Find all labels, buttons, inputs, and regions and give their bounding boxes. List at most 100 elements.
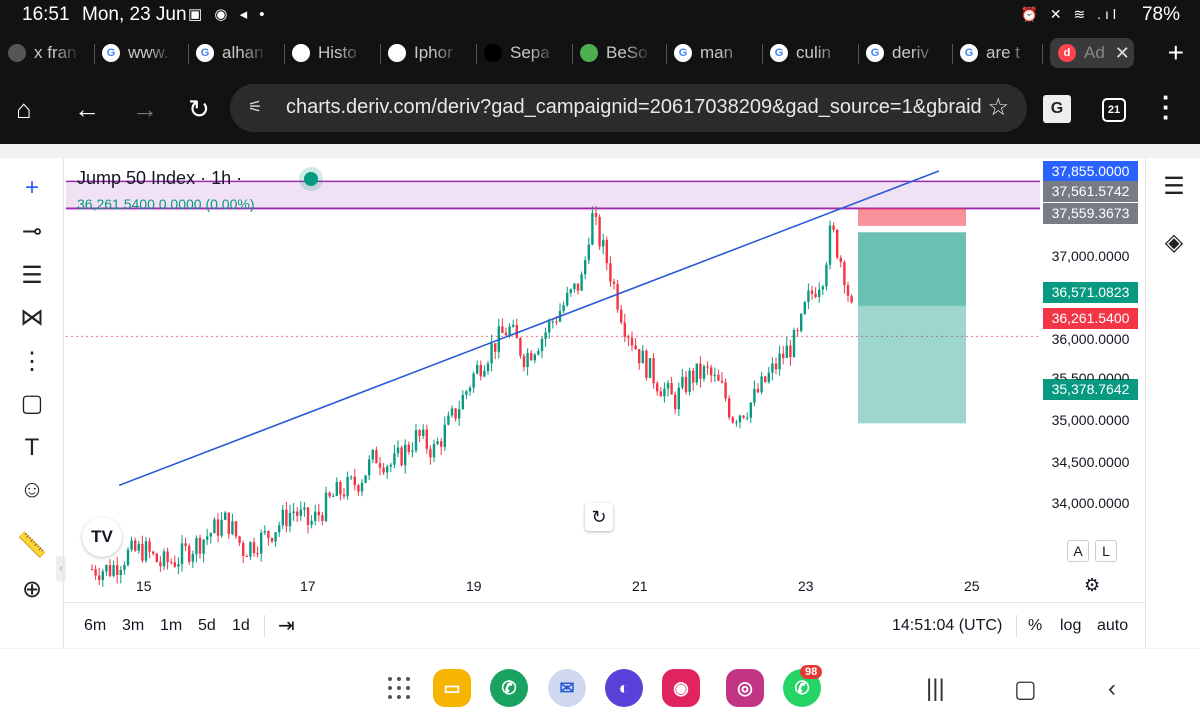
camera-app-icon[interactable]: ◉	[662, 669, 700, 707]
more-menu-icon[interactable]: · · ·	[1162, 84, 1171, 130]
google-icon: G	[102, 44, 120, 62]
back-button[interactable]: ‹	[1108, 675, 1116, 703]
browser-tab[interactable]: Iphor	[388, 38, 460, 68]
back-icon[interactable]: ←	[74, 94, 100, 125]
candle-body	[314, 511, 317, 521]
site-settings-icon[interactable]: ⚟	[248, 97, 262, 117]
forward-icon[interactable]: →	[132, 94, 158, 125]
price-tick: 37,000.0000	[1051, 248, 1130, 264]
deriv-icon: d	[1058, 44, 1076, 62]
candle-body	[98, 575, 101, 580]
symbol-title[interactable]: Jump 50 Index · 1h ·	[77, 168, 242, 189]
browser-tab[interactable]: Sepa	[484, 38, 556, 68]
range-5d-button[interactable]: 5d	[198, 617, 216, 635]
tradingview-logo-icon[interactable]: TV	[82, 517, 122, 557]
log-scale-button[interactable]: L	[1095, 540, 1117, 562]
range-1d-button[interactable]: 1d	[232, 617, 250, 635]
log-scale-toggle[interactable]: log	[1060, 617, 1081, 635]
candle-body	[483, 371, 486, 377]
candle-body	[821, 286, 824, 290]
tab-switcher-button[interactable]: 21	[1102, 98, 1126, 122]
candle-body	[213, 519, 216, 534]
chart-settings-icon[interactable]: ⚙	[1084, 575, 1100, 596]
auto-scale-toggle[interactable]: auto	[1097, 617, 1128, 635]
address-bar[interactable]: ⚟ charts.deriv.com/deriv?gad_campaignid=…	[230, 84, 1027, 132]
price-level-label[interactable]: 35,378.7642	[1043, 379, 1138, 400]
app-drawer-icon[interactable]	[388, 677, 410, 699]
candle-body	[778, 353, 781, 370]
close-tab-icon[interactable]: ✕	[1115, 43, 1130, 64]
price-level-label[interactable]: 37,561.5742	[1043, 181, 1138, 202]
price-chart[interactable]	[0, 144, 1200, 648]
browser-tab[interactable]: x fran	[8, 38, 80, 68]
candle-body	[749, 402, 752, 418]
browser-tab[interactable]: Gwww.	[102, 38, 174, 68]
android-nav-bar: ▭ ✆ ✉ ◐ ◉ ◎ ✆ 98 ||| ▢ ‹	[0, 648, 1200, 716]
phone-app-icon[interactable]: ✆	[490, 669, 528, 707]
candle-body	[602, 239, 605, 247]
price-level-label[interactable]: 36,571.0823	[1043, 282, 1138, 303]
price-level-label[interactable]: 37,855.0000	[1043, 161, 1138, 182]
instagram-app-icon[interactable]: ◎	[726, 669, 764, 707]
percent-scale-button[interactable]: %	[1028, 617, 1042, 635]
prediction-tool-icon[interactable]: ⋮	[16, 346, 48, 378]
candle-body	[746, 417, 749, 419]
trend-line-tool-icon[interactable]: ⊸	[16, 216, 48, 248]
files-app-icon[interactable]: ▭	[433, 669, 471, 707]
browser-tab[interactable]: Histo	[292, 38, 364, 68]
candle-body	[670, 383, 673, 395]
recent-apps-button[interactable]: |||	[926, 675, 945, 703]
text-tool-icon[interactable]: T	[16, 432, 48, 464]
candle-body	[112, 565, 115, 576]
auto-scale-button[interactable]: A	[1067, 540, 1089, 562]
new-tab-button[interactable]: +	[1168, 37, 1184, 69]
messages-app-icon[interactable]: ✉	[548, 669, 586, 707]
fib-tool-icon[interactable]: ☰	[16, 260, 48, 292]
browser-tab[interactable]: Gderiv	[866, 38, 938, 68]
range-6m-button[interactable]: 6m	[84, 617, 106, 635]
candle-body	[548, 321, 551, 333]
notification-badge: 98	[800, 665, 823, 679]
pattern-tool-icon[interactable]: ⋈	[16, 302, 48, 334]
price-tick: 34,000.0000	[1051, 495, 1130, 511]
candle-body	[414, 430, 418, 451]
screen: 16:51 Mon, 23 Jun ▣ ◉ ◂ • ⏰ ✕ ≋ .ıl 78% …	[0, 0, 1200, 716]
range-1m-button[interactable]: 1m	[160, 617, 182, 635]
symbol-quote: 36,261.5400 0.0000 (0.00%)	[77, 196, 255, 212]
utc-clock[interactable]: 14:51:04 (UTC)	[892, 617, 1002, 635]
crosshair-icon[interactable]: +	[16, 172, 48, 204]
tab-divider	[284, 44, 285, 64]
reset-chart-button[interactable]: ↻	[585, 503, 613, 531]
browser-tab[interactable]: d Ad ✕	[1050, 38, 1134, 68]
range-3m-button[interactable]: 3m	[122, 617, 144, 635]
reload-icon[interactable]: ↻	[188, 94, 210, 125]
url-text[interactable]: charts.deriv.com/deriv?gad_campaignid=20…	[286, 96, 986, 119]
browser-tab[interactable]: Gare t	[960, 38, 1032, 68]
translate-icon[interactable]: G	[1043, 95, 1071, 123]
bookmark-star-icon[interactable]: ☆	[987, 93, 1009, 122]
candle-body	[598, 216, 601, 247]
ruler-icon[interactable]: 📏	[16, 530, 48, 562]
candle-body	[371, 450, 374, 460]
zoom-in-icon[interactable]: ⊕	[16, 574, 48, 606]
candle-body	[810, 290, 814, 294]
emoji-tool-icon[interactable]: ☺	[16, 474, 48, 506]
watchlist-icon[interactable]: ☰	[1159, 172, 1189, 202]
candle-body	[447, 415, 450, 425]
browser-tab[interactable]: Galhan	[196, 38, 268, 68]
geometric-shape-icon[interactable]: ▢	[16, 388, 48, 420]
browser-tab[interactable]: BeSo	[580, 38, 652, 68]
browser-tab[interactable]: Gman	[674, 38, 746, 68]
home-icon[interactable]: ⌂	[16, 94, 32, 125]
candle-body	[242, 542, 245, 556]
go-to-date-icon[interactable]: ⇥	[278, 613, 295, 638]
internet-app-icon[interactable]: ◐	[605, 669, 643, 707]
home-button[interactable]: ▢	[1014, 675, 1037, 704]
browser-tab[interactable]: Gculin	[770, 38, 842, 68]
layers-icon[interactable]: ◈	[1159, 228, 1189, 258]
price-level-label[interactable]: 36,261.5400	[1043, 308, 1138, 329]
candle-body	[692, 370, 695, 383]
google-icon: G	[770, 44, 788, 62]
price-level-label[interactable]: 37,559.3673	[1043, 203, 1138, 224]
candle-body	[116, 565, 119, 575]
